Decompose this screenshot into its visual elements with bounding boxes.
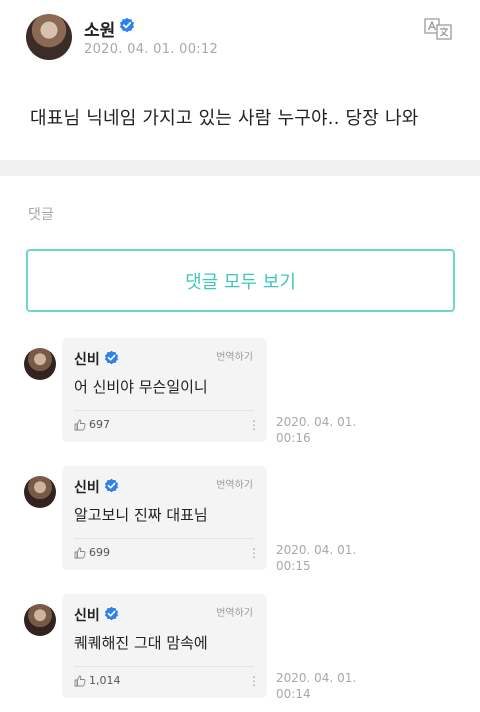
verified-badge-icon [104, 606, 119, 621]
like-button[interactable]: 1,014 [74, 674, 121, 687]
thumbs-up-icon [74, 547, 86, 558]
thumbs-up-icon [74, 675, 86, 686]
comment-translate-button[interactable]: 번역하기 [216, 604, 253, 619]
post-date: 2020. 04. 01. 00:12 [84, 42, 219, 57]
comment-separator [74, 666, 254, 667]
section-divider [0, 160, 480, 176]
comment-timestamp: 2020. 04. 01. 00:15 [276, 542, 356, 574]
comment-clock: 00:16 [276, 431, 311, 445]
like-count: 1,014 [89, 674, 121, 687]
commenter-name[interactable]: 신비 [74, 605, 100, 625]
commenter-avatar[interactable] [24, 476, 56, 508]
comment-clock: 00:15 [276, 559, 311, 573]
translate-icon[interactable] [422, 16, 454, 42]
comment-timestamp: 2020. 04. 01. 00:16 [276, 414, 356, 446]
comment-bubble: 신비 번역하기 알고보니 진짜 대표님 699 ⋮ [62, 466, 267, 570]
commenter-avatar[interactable] [24, 348, 56, 380]
comment-text: 어 신비야 무슨일이니 [74, 378, 208, 396]
verified-badge-icon [104, 478, 119, 493]
commenter-name[interactable]: 신비 [74, 349, 100, 369]
thumbs-up-icon [74, 419, 86, 430]
comment-bubble: 신비 번역하기 어 신비야 무슨일이니 697 ⋮ [62, 338, 267, 442]
comment-bubble: 신비 번역하기 퀘퀘해진 그대 맘속에 1,014 ⋮ [62, 594, 267, 698]
more-options-icon[interactable]: ⋮ [248, 418, 260, 432]
commenter-avatar[interactable] [24, 604, 56, 636]
post-body: 대표님 닉네임 가지고 있는 사람 누구야.. 당장 나와 [30, 108, 419, 129]
comment-date: 2020. 04. 01. [276, 415, 357, 429]
like-button[interactable]: 697 [74, 418, 110, 431]
comment-item: 신비 번역하기 어 신비야 무슨일이니 697 ⋮ 2020. 04. 01. … [0, 338, 480, 454]
comment-timestamp: 2020. 04. 01. 00:14 [276, 670, 356, 702]
comment-text: 알고보니 진짜 대표님 [74, 506, 208, 524]
comment-item: 신비 번역하기 퀘퀘해진 그대 맘속에 1,014 ⋮ 2020. 04. 01… [0, 594, 480, 710]
more-options-icon[interactable]: ⋮ [248, 546, 260, 560]
author-name[interactable]: 소원 [84, 16, 115, 41]
comment-separator [74, 410, 254, 411]
commenter-name[interactable]: 신비 [74, 477, 100, 497]
comments-label: 댓글 [28, 207, 54, 223]
comment-text: 퀘퀘해진 그대 맘속에 [74, 634, 208, 652]
post-header: 소원 2020. 04. 01. 00:12 [0, 0, 480, 70]
comment-translate-button[interactable]: 번역하기 [216, 476, 253, 491]
like-count: 699 [89, 546, 110, 559]
comment-item: 신비 번역하기 알고보니 진짜 대표님 699 ⋮ 2020. 04. 01. … [0, 466, 480, 582]
comment-date: 2020. 04. 01. [276, 543, 357, 557]
comment-date: 2020. 04. 01. [276, 671, 357, 685]
author-avatar[interactable] [26, 14, 72, 60]
like-button[interactable]: 699 [74, 546, 110, 559]
verified-badge-icon [120, 17, 134, 33]
comment-translate-button[interactable]: 번역하기 [216, 348, 253, 363]
view-all-comments-button[interactable]: 댓글 모두 보기 [26, 249, 455, 312]
comment-separator [74, 538, 254, 539]
verified-badge-icon [104, 350, 119, 365]
like-count: 697 [89, 418, 110, 431]
more-options-icon[interactable]: ⋮ [248, 674, 260, 688]
comment-clock: 00:14 [276, 687, 311, 701]
